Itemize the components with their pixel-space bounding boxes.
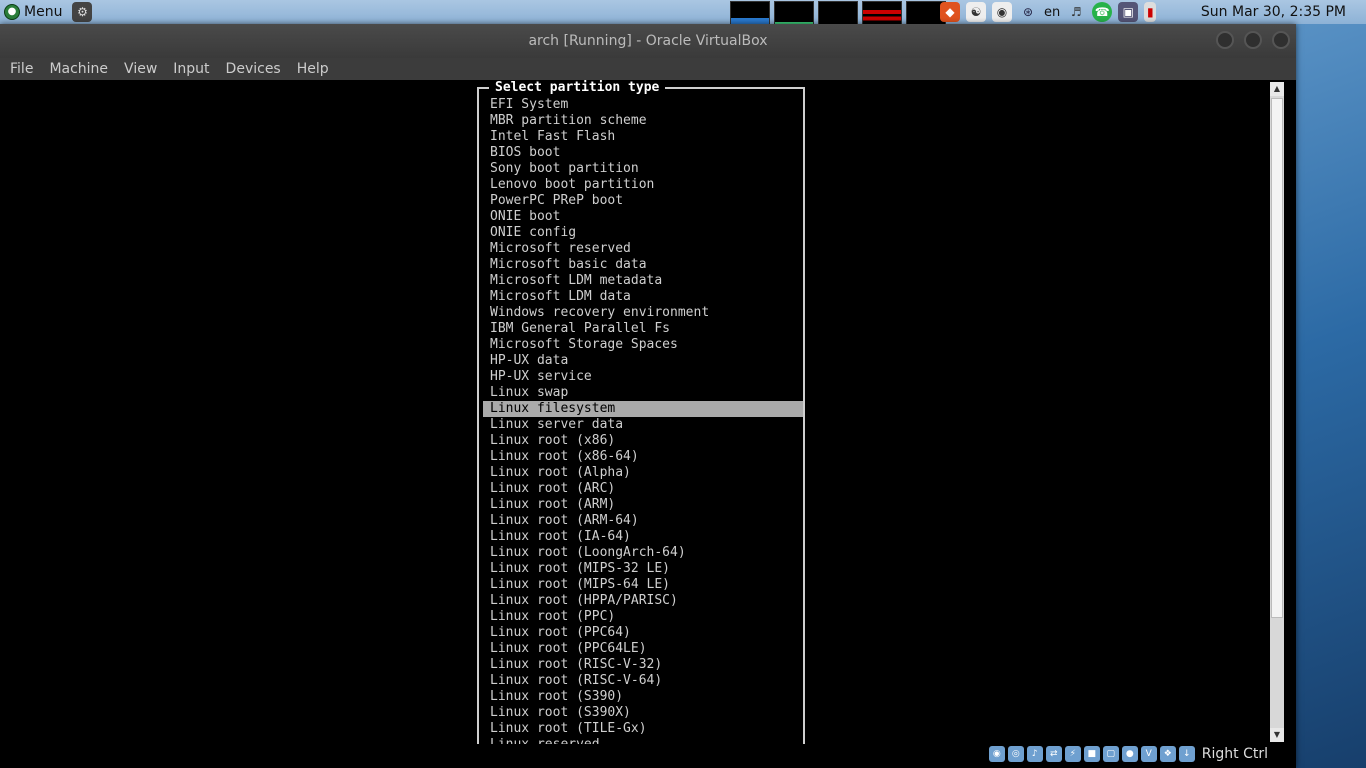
host-key-label: Right Ctrl (1201, 746, 1268, 762)
partition-type-item[interactable]: Linux root (x86-64) (483, 449, 803, 465)
partition-type-item[interactable]: Linux root (MIPS-64 LE) (483, 577, 803, 593)
hard-disk-icon[interactable]: ◉ (988, 746, 1005, 762)
menu-input[interactable]: Input (173, 61, 209, 77)
partition-type-item[interactable]: MBR partition scheme (483, 113, 803, 129)
partition-type-item[interactable]: Linux server data (483, 417, 803, 433)
scroll-thumb[interactable] (1271, 98, 1283, 618)
keyboard-capture-icon[interactable]: ↓ (1178, 746, 1195, 762)
menu-devices[interactable]: Devices (226, 61, 281, 77)
maximize-button[interactable] (1244, 31, 1262, 49)
system-tray: ◆ ☯ ◉ ⊛ en ♬ ☎ ▣ ▮ (940, 0, 1157, 24)
partition-type-item[interactable]: Linux root (ARM) (483, 497, 803, 513)
dialog-title: Select partition type (489, 80, 666, 95)
partition-type-item[interactable]: Linux root (x86) (483, 433, 803, 449)
partition-type-item[interactable]: Microsoft reserved (483, 241, 803, 257)
partition-type-item[interactable]: ONIE boot (483, 209, 803, 225)
partition-type-item[interactable]: Linux root (RISC-V-64) (483, 673, 803, 689)
eyes-icon[interactable]: ◉ (992, 2, 1012, 22)
scroll-up-icon[interactable]: ▲ (1270, 82, 1284, 96)
partition-type-item[interactable]: EFI System (483, 97, 803, 113)
shared-folders-icon[interactable]: ■ (1083, 746, 1100, 762)
partition-type-item[interactable]: Linux root (HPPA/PARISC) (483, 593, 803, 609)
menu-machine[interactable]: Machine (49, 61, 108, 77)
partition-type-item[interactable]: Windows recovery environment (483, 305, 803, 321)
partition-type-item[interactable]: HP-UX data (483, 353, 803, 369)
cpu-icon[interactable]: V (1140, 746, 1157, 762)
menu-icon: ● (4, 4, 20, 20)
partition-type-item[interactable]: Linux root (ARC) (483, 481, 803, 497)
partition-type-item[interactable]: Lenovo boot partition (483, 177, 803, 193)
menu-label: Menu (24, 4, 63, 20)
bluetooth-icon[interactable]: ⊛ (1018, 2, 1038, 22)
partition-type-item[interactable]: IBM General Parallel Fs (483, 321, 803, 337)
audio-icon[interactable]: ♪ (1026, 746, 1043, 762)
partition-type-item[interactable]: Linux root (MIPS-32 LE) (483, 561, 803, 577)
brave-icon[interactable]: ◆ (940, 2, 960, 22)
partition-type-item[interactable]: Microsoft LDM metadata (483, 273, 803, 289)
memory-monitor-icon (774, 1, 814, 25)
virtualbox-launcher-icon[interactable]: ⚙ (72, 2, 93, 22)
system-monitors (730, 1, 946, 25)
partition-type-item[interactable]: BIOS boot (483, 145, 803, 161)
partition-type-item[interactable]: HP-UX service (483, 369, 803, 385)
ghost-icon[interactable]: ☯ (966, 2, 986, 22)
minimize-button[interactable] (1216, 31, 1234, 49)
menu-view[interactable]: View (124, 61, 157, 77)
window-titlebar[interactable]: arch [Running] - Oracle VirtualBox (0, 24, 1296, 58)
partition-type-item[interactable]: Linux root (PPC) (483, 609, 803, 625)
partition-type-item[interactable]: Linux root (RISC-V-32) (483, 657, 803, 673)
network-monitor-icon (862, 1, 902, 25)
partition-type-item[interactable]: Linux root (TILE-Gx) (483, 721, 803, 737)
cpu-monitor-icon (730, 1, 770, 25)
partition-type-item[interactable]: PowerPC PReP boot (483, 193, 803, 209)
partition-type-dialog: Select partition type EFI System MBR part… (477, 80, 805, 767)
network-adapter-icon[interactable]: ⇄ (1045, 746, 1062, 762)
partition-type-item[interactable]: Linux root (S390X) (483, 705, 803, 721)
menu-file[interactable]: File (10, 61, 33, 77)
menu-help[interactable]: Help (297, 61, 329, 77)
partition-type-list: EFI System MBR partition scheme Intel Fast… (483, 97, 803, 753)
video-capture-icon[interactable]: ● (1121, 746, 1138, 762)
volume-icon[interactable]: ♬ (1066, 2, 1086, 22)
top-panel: ● Menu ⚙ ◆ ☯ ◉ ⊛ en ♬ ☎ ▣ ▮ Sun Mar 30, … (0, 0, 1366, 25)
partition-type-item[interactable]: Intel Fast Flash (483, 129, 803, 145)
partition-type-item[interactable]: ONIE config (483, 225, 803, 241)
partition-type-item[interactable]: Linux root (LoongArch-64) (483, 545, 803, 561)
vm-statusbar: ◉ ◎ ♪ ⇄ ⚡ ■ ▢ ● V ❖ ↓ Right Ctrl (0, 744, 1296, 768)
virtualbox-window: arch [Running] - Oracle VirtualBox File … (0, 24, 1296, 768)
usb-icon[interactable]: ⚡ (1064, 746, 1081, 762)
optical-drive-icon[interactable]: ◎ (1007, 746, 1024, 762)
display-icon[interactable]: ▢ (1102, 746, 1119, 762)
partition-type-item[interactable]: Linux swap (483, 385, 803, 401)
mouse-integration-icon[interactable]: ❖ (1159, 746, 1176, 762)
scroll-down-icon[interactable]: ▼ (1270, 728, 1284, 742)
partition-type-item[interactable]: Linux root (IA-64) (483, 529, 803, 545)
vertical-scrollbar[interactable]: ▲ ▼ (1270, 82, 1284, 742)
partition-type-item[interactable]: Linux root (Alpha) (483, 465, 803, 481)
partition-type-item[interactable]: Linux filesystem (483, 401, 803, 417)
keyboard-layout[interactable]: en (1044, 5, 1060, 20)
menu-button[interactable]: ● Menu (0, 0, 66, 24)
partition-type-item[interactable]: Linux root (PPC64LE) (483, 641, 803, 657)
swap-monitor-icon (818, 1, 858, 25)
partition-type-item[interactable]: Linux root (ARM-64) (483, 513, 803, 529)
close-button[interactable] (1272, 31, 1290, 49)
partition-type-item[interactable]: Microsoft LDM data (483, 289, 803, 305)
battery-icon[interactable]: ▮ (1144, 2, 1157, 22)
whatsapp-icon[interactable]: ☎ (1092, 2, 1113, 22)
partition-type-item[interactable]: Sony boot partition (483, 161, 803, 177)
partition-type-item[interactable]: Linux root (PPC64) (483, 625, 803, 641)
clock[interactable]: Sun Mar 30, 2:35 PM (1201, 0, 1346, 24)
menubar: File Machine View Input Devices Help (0, 58, 1296, 80)
partition-type-item[interactable]: Linux root (S390) (483, 689, 803, 705)
partition-type-item[interactable]: Microsoft Storage Spaces (483, 337, 803, 353)
window-title: arch [Running] - Oracle VirtualBox (528, 33, 768, 49)
partition-type-item[interactable]: Microsoft basic data (483, 257, 803, 273)
network-icon[interactable]: ▣ (1118, 2, 1139, 22)
